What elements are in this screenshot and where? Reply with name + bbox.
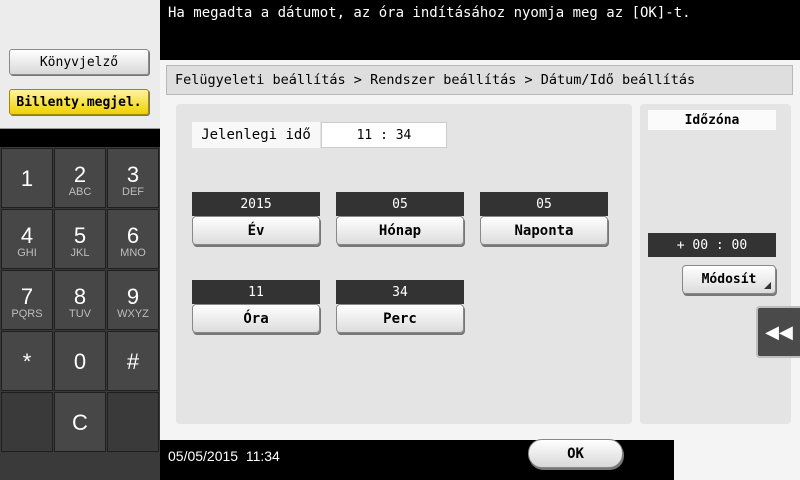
ok-panel bbox=[674, 434, 800, 480]
breadcrumb: Felügyeleti beállítás > Rendszer beállít… bbox=[166, 65, 793, 95]
minute-field: 34 Perc bbox=[336, 280, 464, 336]
year-button[interactable]: Év bbox=[192, 216, 320, 245]
timezone-label: Időzóna bbox=[648, 110, 776, 130]
date-time-settings-dialog: Felügyeleti beállítás > Rendszer beállít… bbox=[160, 60, 800, 440]
numeric-keypad: 1 2 ABC 3 DEF 4 GHI 5 JKL 6 MNO 7 PQRS 8 TUV 9W… bbox=[0, 147, 160, 480]
key-1[interactable]: 1 bbox=[1, 148, 53, 208]
key-blank-left bbox=[1, 392, 53, 452]
month-value: 05 bbox=[336, 192, 464, 216]
key-0[interactable]: 0 bbox=[54, 331, 106, 391]
key-5[interactable]: 5 JKL bbox=[54, 209, 106, 269]
current-time-label: Jelenlegi idő bbox=[192, 122, 320, 148]
key-8[interactable]: 8 TUV bbox=[54, 270, 106, 330]
modify-timezone-button[interactable]: Módosít bbox=[682, 265, 776, 294]
corner-triangle-icon bbox=[764, 282, 771, 289]
key-9[interactable]: 9 WXYZ bbox=[107, 270, 159, 330]
bookmark-button[interactable]: Könyvjelző bbox=[9, 49, 149, 75]
ok-button[interactable]: OK bbox=[528, 439, 623, 468]
year-value: 2015 bbox=[192, 192, 320, 216]
key-blank-right bbox=[107, 392, 159, 452]
hour-value: 11 bbox=[192, 280, 320, 304]
hour-field: 11 Óra bbox=[192, 280, 320, 336]
year-field: 2015 Év bbox=[192, 192, 320, 248]
instruction-message: Ha megadta a dátumot, az óra indításához… bbox=[168, 5, 691, 21]
key-3[interactable]: 3 DEF bbox=[107, 148, 159, 208]
key-7[interactable]: 7 PQRS bbox=[1, 270, 53, 330]
collapse-panel-tab[interactable]: ◀◀ bbox=[756, 306, 800, 358]
minute-value: 34 bbox=[336, 280, 464, 304]
day-button[interactable]: Naponta bbox=[480, 216, 608, 245]
month-field: 05 Hónap bbox=[336, 192, 464, 248]
month-button[interactable]: Hónap bbox=[336, 216, 464, 245]
day-field: 05 Naponta bbox=[480, 192, 608, 248]
key-hash[interactable]: # bbox=[107, 331, 159, 391]
show-keyboard-button[interactable]: Billenty.megjel. bbox=[9, 89, 149, 115]
double-chevron-left-icon: ◀◀ bbox=[765, 321, 793, 343]
breadcrumb-text: Felügyeleti beállítás > Rendszer beállít… bbox=[175, 72, 696, 88]
key-6[interactable]: 6 MNO bbox=[107, 209, 159, 269]
date-time-area bbox=[176, 104, 632, 424]
key-2[interactable]: 2 ABC bbox=[54, 148, 106, 208]
system-datetime: 05/05/2015 11:34 bbox=[168, 448, 280, 464]
status-bar: 05/05/2015 11:34 bbox=[160, 434, 800, 480]
minute-button[interactable]: Perc bbox=[336, 304, 464, 333]
current-time-value: 11 : 34 bbox=[321, 122, 447, 148]
left-top-panel: Könyvjelző Billenty.megjel. bbox=[0, 0, 160, 129]
hour-button[interactable]: Óra bbox=[192, 304, 320, 333]
clear-key[interactable]: C bbox=[54, 392, 106, 452]
key-star[interactable]: * bbox=[1, 331, 53, 391]
key-4[interactable]: 4 GHI bbox=[1, 209, 53, 269]
timezone-value: + 00 : 00 bbox=[648, 233, 776, 257]
timezone-area bbox=[640, 104, 791, 424]
modify-label: Módosít bbox=[701, 272, 757, 287]
day-value: 05 bbox=[480, 192, 608, 216]
